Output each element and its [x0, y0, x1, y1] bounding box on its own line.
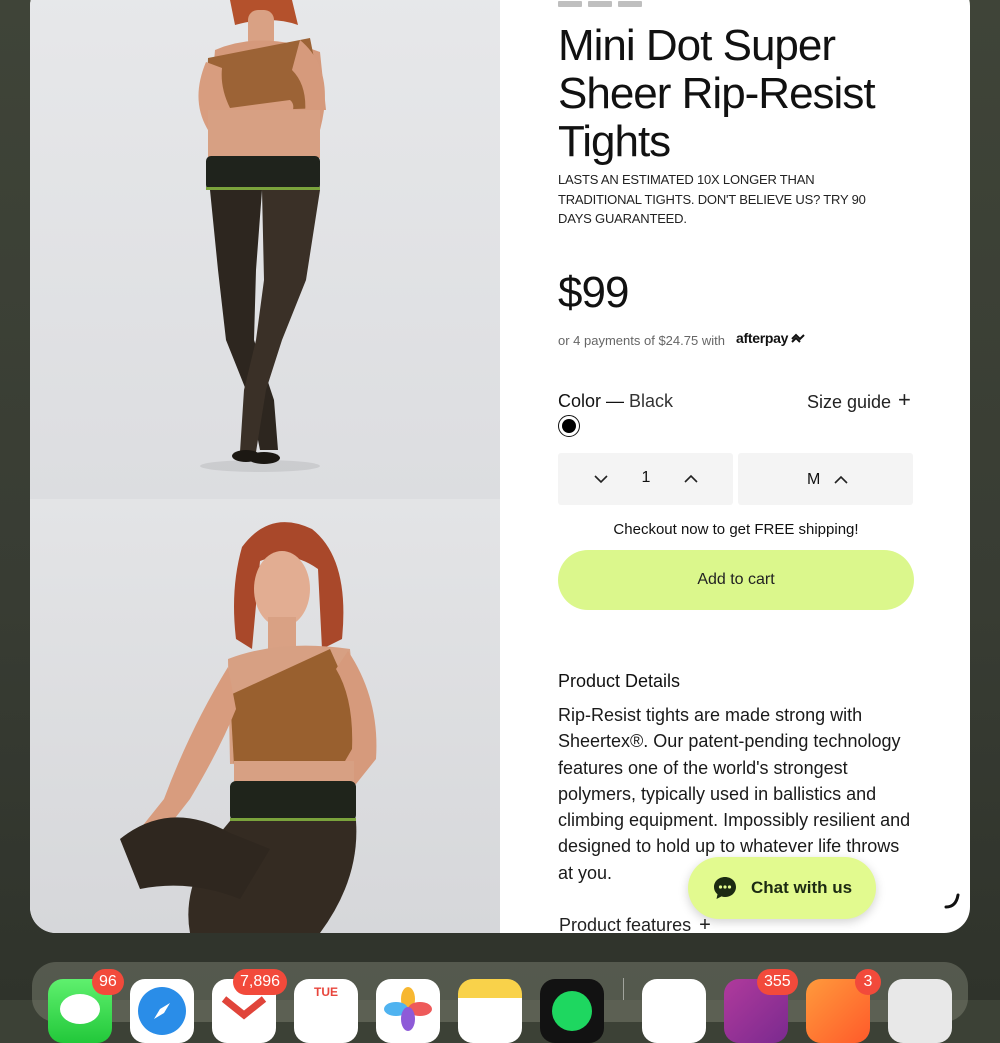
chat-label: Chat with us: [751, 878, 853, 897]
notification-badge: 3: [855, 969, 881, 995]
product-title: Mini Dot Super Sheer Rip-Resist Tights: [558, 21, 876, 166]
resize-handle-icon[interactable]: [943, 892, 961, 910]
product-tagline: LASTS AN ESTIMATED 10X LONGER THAN TRADI…: [558, 172, 866, 226]
product-price: $99: [558, 268, 629, 317]
app-icon[interactable]: [888, 979, 952, 1043]
product-photo-posed[interactable]: [30, 499, 500, 933]
spotify-icon[interactable]: [540, 979, 604, 1043]
color-label: Color — Black: [558, 391, 673, 412]
product-features-toggle[interactable]: Product features +: [559, 914, 711, 933]
image-pagination: [558, 0, 648, 12]
color-swatch-black[interactable]: [558, 415, 580, 437]
size-guide-link[interactable]: Size guide: [807, 392, 891, 413]
chat-button[interactable]: Chat with us: [688, 857, 876, 919]
photos-icon[interactable]: [376, 979, 440, 1043]
chevron-up-icon[interactable]: [680, 468, 702, 490]
pagination-dot[interactable]: [588, 1, 612, 7]
quantity-stepper: 1: [558, 453, 733, 505]
product-details-heading: Product Details: [558, 671, 681, 691]
size-select[interactable]: M: [738, 453, 913, 505]
product-gallery: [30, 0, 500, 933]
quantity-value[interactable]: 1: [638, 469, 654, 487]
afterpay-arrows-icon: [791, 333, 805, 343]
dock-divider: [623, 978, 624, 1000]
plus-icon[interactable]: +: [898, 389, 911, 411]
safari-icon[interactable]: [130, 979, 194, 1043]
size-value: M: [807, 471, 821, 488]
chat-bubble-icon: [714, 877, 736, 899]
chevron-up-icon: [834, 475, 848, 484]
pagination-dot[interactable]: [558, 1, 582, 7]
notification-badge: 96: [92, 969, 124, 995]
app-icon[interactable]: [642, 979, 706, 1043]
pagination-dot[interactable]: [618, 1, 642, 7]
color-value: Black: [629, 391, 674, 411]
dock: TUE: [32, 962, 968, 1043]
notes-icon[interactable]: [458, 979, 522, 1043]
afterpay-logo[interactable]: afterpay: [736, 330, 788, 346]
calendar-day-label: TUE: [314, 985, 338, 999]
installments-text: or 4 payments of $24.75 with: [558, 333, 725, 348]
notification-badge: 7,896: [233, 969, 288, 995]
shipping-note: Checkout now to get FREE shipping!: [613, 521, 859, 538]
chevron-down-icon[interactable]: [590, 468, 612, 490]
browser-window: Mini Dot Super Sheer Rip-Resist Tights L…: [30, 0, 970, 933]
add-to-cart-button[interactable]: Add to cart: [558, 550, 914, 610]
notification-badge: 355: [757, 969, 798, 995]
product-features-label: Product features: [559, 915, 692, 933]
color-label-text: Color —: [558, 391, 625, 411]
product-photo-standing[interactable]: [30, 0, 500, 499]
calendar-icon[interactable]: TUE: [294, 979, 358, 1043]
